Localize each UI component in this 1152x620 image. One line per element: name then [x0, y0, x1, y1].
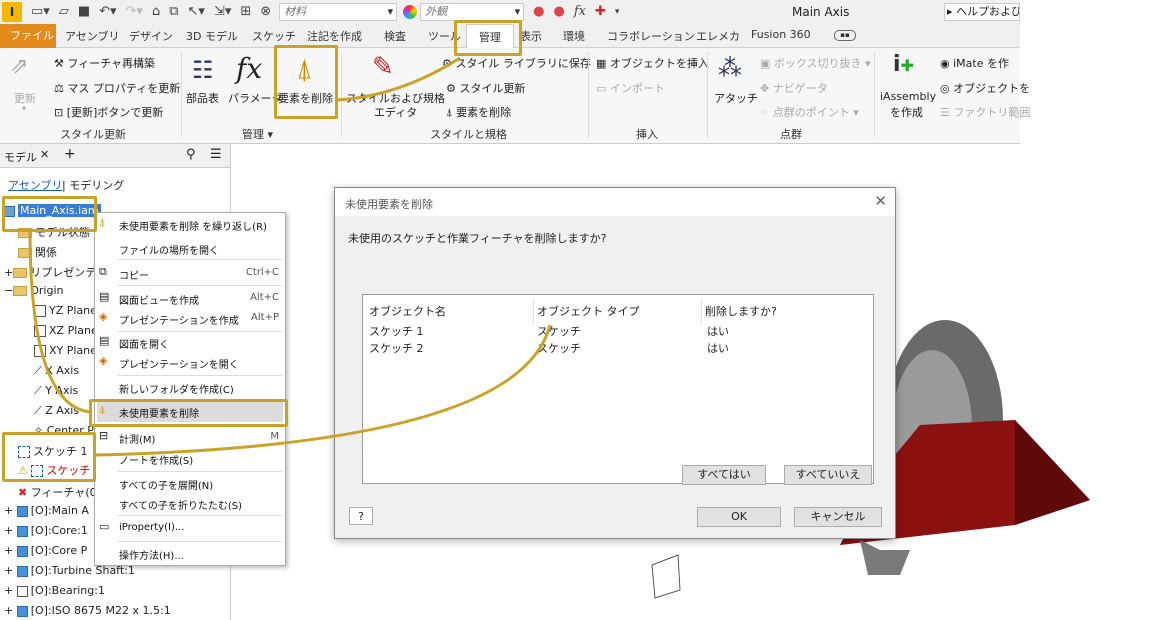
callout-lines	[28, 56, 552, 457]
callout-line	[95, 324, 552, 457]
callout-line	[28, 229, 91, 414]
callout-line	[337, 56, 461, 102]
